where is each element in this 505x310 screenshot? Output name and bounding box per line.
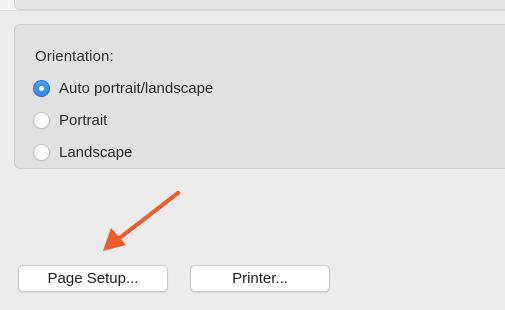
radio-button-landscape[interactable]: [33, 143, 50, 161]
radio-option-portrait[interactable]: Portrait: [33, 109, 107, 131]
radio-label-landscape: Landscape: [59, 143, 133, 161]
top-panel-edge: [0, 0, 505, 11]
page-setup-button[interactable]: Page Setup...: [18, 265, 168, 292]
radio-label-auto: Auto portrait/landscape: [59, 79, 214, 97]
printer-button[interactable]: Printer...: [190, 265, 330, 292]
radio-button-auto[interactable]: [33, 79, 50, 97]
radio-option-landscape[interactable]: Landscape: [33, 141, 132, 163]
radio-option-auto[interactable]: Auto portrait/landscape: [33, 77, 213, 99]
radio-button-portrait[interactable]: [33, 111, 50, 129]
top-panel-inner-edge: [14, 0, 505, 10]
radio-label-portrait: Portrait: [59, 111, 108, 129]
orientation-group: Orientation: Auto portrait/landscape Por…: [14, 24, 505, 169]
orientation-title: Orientation:: [35, 48, 114, 65]
